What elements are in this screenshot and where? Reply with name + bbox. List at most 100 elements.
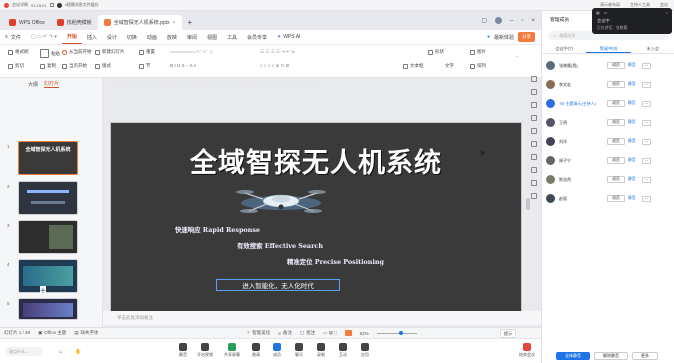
missing-font[interactable]: ▤ 缺失字体 [70, 330, 102, 336]
members-button[interactable]: 成员 [269, 343, 285, 358]
more-actions-button[interactable]: 更多 [632, 351, 658, 360]
minimize-icon[interactable]: – [510, 18, 513, 24]
play-from-current[interactable]: 从当前开始 [62, 49, 92, 55]
bullet-precise-positioning[interactable]: 精准定位 Precise Positioning [287, 257, 384, 266]
play-slideshow-icon[interactable] [341, 330, 356, 336]
member-more-button[interactable]: ··· [642, 62, 651, 69]
picture-button[interactable]: 图片 [470, 49, 486, 55]
member-row[interactable]: TB·主题演示(主持人) 成员 静音 ··· [546, 97, 672, 110]
cut-button[interactable]: 剪切 [8, 63, 24, 69]
side-tool-icon[interactable] [530, 167, 537, 173]
member-mute-link[interactable]: 静音 [628, 120, 642, 125]
font-style-controls[interactable]: B I U S ⌐ A ▾ [170, 63, 196, 69]
view-mode-icons[interactable]: ▭ ▦ ▯ [319, 330, 340, 336]
tab-not-joined[interactable]: 未入会 [631, 44, 674, 53]
reset-button[interactable]: 重置 [139, 49, 155, 55]
member-more-button[interactable]: ··· [642, 195, 651, 202]
member-mute-link[interactable]: 静音 [628, 158, 642, 163]
smart-beautify[interactable]: ✧ 智能美化 [242, 330, 274, 336]
side-tool-icon[interactable] [530, 115, 537, 121]
chat-button[interactable]: 聊天 [291, 343, 307, 358]
tab-document[interactable]: 全域智探无人机系统.pptx × [97, 15, 182, 30]
member-mute-link[interactable]: 静音 [628, 177, 642, 182]
side-tool-icon[interactable] [530, 76, 537, 82]
bullet-rapid-response[interactable]: 快速响应 Rapid Response [175, 225, 260, 234]
video-button[interactable]: 开启视频 [197, 343, 213, 358]
menu-review[interactable]: 审阅 [182, 30, 202, 44]
popup-window-icon[interactable]: ▭ [604, 10, 608, 15]
side-tool-icon[interactable] [530, 128, 537, 134]
arrange-button[interactable]: 排列 [470, 63, 486, 69]
emoji-icon[interactable]: ☺ [58, 349, 63, 355]
interact-button[interactable]: 互动 [335, 343, 351, 358]
member-mute-link[interactable]: 静音 [628, 139, 642, 144]
record-button[interactable]: 录制 [313, 343, 329, 358]
format-painter[interactable]: 格式刷 [8, 49, 29, 55]
paragraph-controls[interactable]: ☰ ☰ ☰ ☰ ⇥ ⇤ ⇋ [260, 49, 295, 55]
shape-button[interactable]: 形状 [428, 49, 444, 55]
notes-area[interactable]: 单击此处添加备注 [103, 311, 541, 325]
zoom-slider[interactable] [373, 330, 421, 335]
slide-tagline[interactable]: 进入智能化，无人化时代 [216, 279, 340, 291]
member-row[interactable]: 陈浩然 成员 静音 ··· [546, 173, 672, 186]
member-role-select[interactable]: 成员 [607, 81, 625, 88]
add-slide-button[interactable]: + [40, 286, 46, 297]
menu-insert[interactable]: 插入 [82, 30, 102, 44]
member-row[interactable]: 刘洋 成员 静音 ··· [546, 135, 672, 148]
side-tool-icon[interactable] [530, 193, 537, 199]
member-more-button[interactable]: ··· [642, 81, 651, 88]
tab-outline[interactable]: 大纲 [28, 81, 38, 88]
popup-grid-icon[interactable]: ▦ [596, 10, 600, 15]
close-tab-icon[interactable]: × [173, 20, 176, 26]
hint-bubble[interactable]: 提示 [500, 329, 516, 338]
current-slide[interactable]: 全域智探无人机系统 快速响应 Rapid Response 有效搜索 Effec… [110, 122, 522, 317]
member-row[interactable]: 周子宁 成员 静音 ··· [546, 154, 672, 167]
member-row[interactable]: 张晓晨(我) 成员 静音 ··· [546, 59, 672, 72]
mute-button[interactable]: 静音 [175, 343, 191, 358]
textbox-button[interactable]: 文本框 [403, 63, 424, 69]
side-tool-icon[interactable] [530, 154, 537, 160]
member-role-select[interactable]: 成员 [607, 195, 625, 202]
bullet-effective-search[interactable]: 有效搜索 Effective Search [237, 241, 323, 250]
tab-templates[interactable]: 找稻壳模板 [51, 15, 98, 30]
section-button[interactable]: 节 [139, 63, 151, 69]
mute-all-button[interactable]: 全体静音 [556, 351, 590, 360]
side-tool-icon[interactable] [530, 89, 537, 95]
align-controls[interactable]: ≡ ≡ ≡ ≡ ≣ ⇅ ⊞ [260, 63, 289, 69]
quick-access[interactable]: ▢ ▭ ↶ ↷ ▾ [26, 30, 62, 44]
end-meeting-button[interactable]: 结束会议 [517, 343, 537, 358]
popup-close-icon[interactable]: × [666, 10, 668, 15]
grid-icon[interactable] [49, 3, 54, 7]
new-tab-button[interactable]: + [182, 15, 199, 30]
new-slide-button[interactable]: 新建幻灯片 [95, 49, 125, 55]
menu-file[interactable]: ≡ 文件 [0, 30, 26, 44]
side-tool-icon[interactable] [530, 102, 537, 108]
vertical-scrollbar[interactable] [526, 198, 530, 210]
member-more-button[interactable]: ··· [642, 100, 651, 107]
sync-label[interactable]: 最新体验 [494, 34, 514, 41]
tab-slides[interactable]: 幻灯片 [44, 80, 60, 88]
menu-home[interactable]: 开始 [61, 30, 82, 44]
text-button[interactable]: 文字 [445, 63, 454, 69]
slide-thumb-4[interactable] [18, 259, 78, 293]
member-more-button[interactable]: ··· [642, 176, 651, 183]
user-avatar[interactable] [495, 17, 502, 24]
play-this-page[interactable]: 当页开始 [62, 63, 87, 69]
menu-animation[interactable]: 动画 [142, 30, 162, 44]
member-more-button[interactable]: ··· [642, 119, 651, 126]
tab-in-meeting[interactable]: 会议中(7) [542, 44, 586, 53]
member-more-button[interactable]: ··· [642, 157, 651, 164]
tab-wps-office[interactable]: WPS Office [3, 15, 51, 30]
menu-view[interactable]: 视图 [202, 30, 222, 44]
drone-image[interactable] [233, 179, 329, 219]
menu-tools[interactable]: 工具 [222, 30, 242, 44]
menu-wps-ai[interactable]: ✦ WPS AI [272, 30, 305, 44]
member-row[interactable]: 王明 成员 静音 ··· [546, 116, 672, 129]
apps-button[interactable]: 应用 [357, 343, 373, 358]
member-mute-link[interactable]: 静音 [628, 63, 642, 68]
notes-toggle[interactable]: ≡ 备注 [274, 330, 296, 336]
slide-thumb-3[interactable] [18, 220, 78, 254]
share-button[interactable]: 分享 [518, 32, 535, 42]
share-screen-button[interactable]: 共享屏幕 [224, 343, 240, 358]
font-controls[interactable]: ▭▭▭▭▭▭ A⁺ A⁻ ◇ [170, 49, 213, 55]
